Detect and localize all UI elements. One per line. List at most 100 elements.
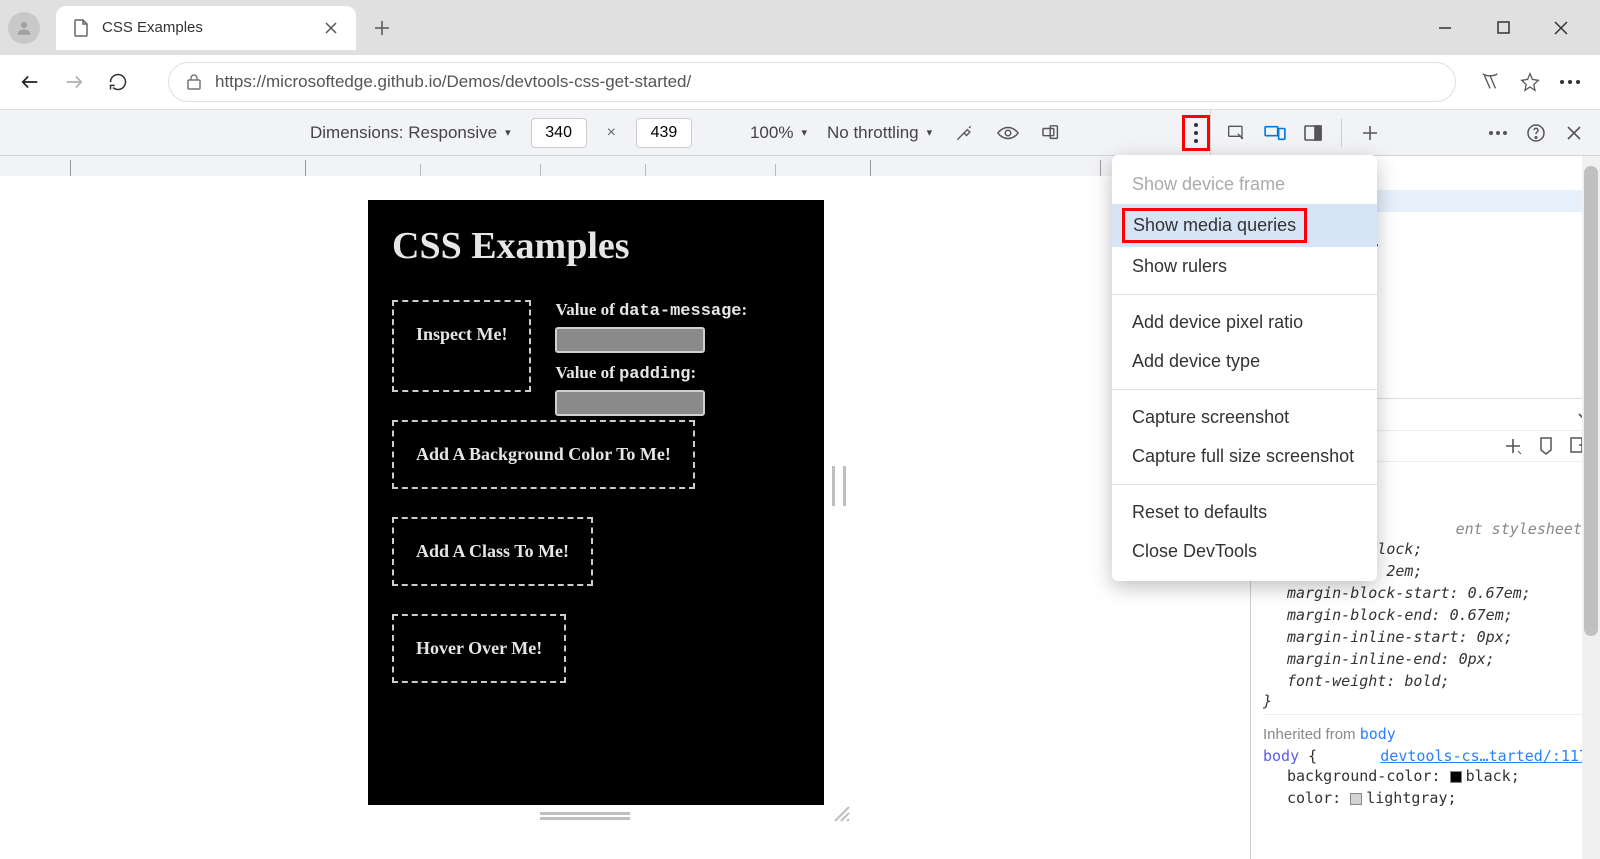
color-chip-black[interactable] — [1450, 771, 1462, 783]
close-icon — [325, 22, 337, 34]
profile-avatar[interactable] — [8, 12, 40, 44]
menu-show-media-queries[interactable]: Show media queries — [1122, 208, 1307, 243]
device-toggle-button[interactable] — [1261, 119, 1289, 147]
bg-color-box[interactable]: Add A Background Color To Me! — [392, 420, 695, 489]
refresh-button[interactable] — [100, 64, 136, 100]
settings-menu-button[interactable] — [1552, 64, 1588, 100]
menu-separator — [1112, 484, 1377, 485]
zoom-dropdown[interactable]: 100% — [750, 123, 807, 143]
device-toolbar-menu: Show device frame Show media queries Sho… — [1112, 155, 1377, 581]
devtools-scrollbar[interactable] — [1582, 156, 1600, 859]
new-style-rule-button[interactable] — [1504, 437, 1522, 455]
css-color[interactable]: color: lightgray; — [1263, 787, 1588, 809]
menu-capture-screenshot[interactable]: Capture screenshot — [1112, 398, 1377, 437]
menu-show-device-frame[interactable]: Show device frame — [1112, 165, 1377, 204]
add-tab-button[interactable] — [1356, 119, 1384, 147]
dock-icon — [1304, 125, 1322, 141]
page-icon — [72, 19, 90, 37]
color-chip-lightgray[interactable] — [1350, 793, 1362, 805]
source-link[interactable]: devtools-cs…tarted/:117 — [1380, 747, 1588, 765]
close-icon — [1567, 126, 1581, 140]
body-rule-header[interactable]: body { devtools-cs…tarted/:117 — [1263, 747, 1588, 765]
nav-bar: https://microsoftedge.github.io/Demos/de… — [0, 55, 1600, 110]
read-aloud-button[interactable] — [1472, 64, 1508, 100]
value-data-message-label: Value of data-message: — [555, 300, 747, 321]
window-controls — [1434, 17, 1592, 39]
resize-handle-right[interactable] — [832, 466, 846, 506]
css-margin-inline-start[interactable]: margin-inline-start: 0px; — [1263, 626, 1588, 648]
more-vertical-icon — [1193, 122, 1199, 144]
new-tab-button[interactable] — [368, 14, 396, 42]
help-icon — [1526, 123, 1546, 143]
throttle-dropdown[interactable]: No throttling — [827, 123, 932, 143]
tab-title: CSS Examples — [102, 19, 203, 36]
menu-close-devtools[interactable]: Close DevTools — [1112, 532, 1377, 571]
person-icon — [15, 19, 33, 37]
menu-show-rulers[interactable]: Show rulers — [1112, 247, 1377, 286]
tag-icon — [1538, 437, 1554, 455]
menu-separator — [1112, 294, 1377, 295]
rotate-icon — [1041, 124, 1063, 142]
page-frame: CSS Examples Inspect Me! Value of data-m… — [368, 200, 824, 805]
menu-add-pixel-ratio[interactable]: Add device pixel ratio — [1112, 303, 1377, 342]
resize-handle-corner[interactable] — [832, 804, 850, 822]
css-font-weight[interactable]: font-weight: bold; — [1263, 670, 1588, 692]
inherited-from-row: Inherited from body — [1263, 714, 1588, 747]
minimize-button[interactable] — [1434, 17, 1456, 39]
close-tab-button[interactable] — [322, 19, 340, 37]
value-padding-label: Value of padding: — [555, 363, 747, 384]
read-aloud-icon — [1479, 72, 1501, 92]
inspect-me-box[interactable]: Inspect Me! — [392, 300, 531, 392]
close-window-button[interactable] — [1550, 17, 1572, 39]
inherited-from-body-link[interactable]: body — [1360, 725, 1396, 743]
device-toolbar-more-button[interactable] — [1182, 115, 1210, 151]
inspect-icon — [1227, 123, 1247, 143]
eye-icon — [997, 125, 1019, 141]
add-class-box[interactable]: Add A Class To Me! — [392, 517, 593, 586]
refresh-icon — [108, 72, 128, 92]
resize-handle-bottom[interactable] — [540, 812, 630, 820]
menu-capture-full-screenshot[interactable]: Capture full size screenshot — [1112, 437, 1377, 476]
close-devtools-button[interactable] — [1560, 119, 1588, 147]
css-margin-inline-end[interactable]: margin-inline-end: 0px; — [1263, 648, 1588, 670]
help-button[interactable] — [1522, 119, 1550, 147]
value-column: Value of data-message: Value of padding: — [555, 300, 747, 420]
devtools-toolbar — [1210, 110, 1600, 156]
dock-side-button[interactable] — [1299, 119, 1327, 147]
plus-icon — [374, 20, 390, 36]
rotate-button[interactable] — [1040, 121, 1064, 145]
devtools-settings-button[interactable] — [1484, 119, 1512, 147]
browser-tab[interactable]: CSS Examples — [56, 6, 356, 50]
inspect-element-button[interactable] — [1223, 119, 1251, 147]
width-input[interactable] — [531, 118, 587, 148]
menu-add-device-type[interactable]: Add device type — [1112, 342, 1377, 381]
height-input[interactable] — [636, 118, 692, 148]
vision-button[interactable] — [996, 121, 1020, 145]
css-background-color[interactable]: background-color: black; — [1263, 765, 1588, 787]
plus-icon — [1362, 125, 1378, 141]
forward-button[interactable] — [56, 64, 92, 100]
star-icon — [1520, 72, 1540, 92]
toggle-class-button[interactable] — [1538, 437, 1554, 455]
eyedropper-icon — [954, 123, 974, 143]
css-brace-close: } — [1263, 692, 1588, 710]
css-margin-block-start[interactable]: margin-block-start: 0.67em; — [1263, 582, 1588, 604]
hover-over-me-box[interactable]: Hover Over Me! — [392, 614, 566, 683]
favorite-button[interactable] — [1512, 64, 1548, 100]
value-padding-input[interactable] — [555, 390, 705, 416]
dimension-x: × — [607, 124, 616, 142]
maximize-button[interactable] — [1492, 17, 1514, 39]
dimensions-dropdown[interactable]: Dimensions: Responsive — [310, 123, 511, 143]
page-heading: CSS Examples — [392, 224, 800, 268]
arrow-left-icon — [19, 71, 41, 93]
url-text: https://microsoftedge.github.io/Demos/de… — [215, 72, 691, 92]
address-bar[interactable]: https://microsoftedge.github.io/Demos/de… — [168, 62, 1456, 102]
back-button[interactable] — [12, 64, 48, 100]
menu-separator — [1112, 389, 1377, 390]
value-data-message-input[interactable] — [555, 327, 705, 353]
css-margin-block-end[interactable]: margin-block-end: 0.67em; — [1263, 604, 1588, 626]
plus-icon — [1504, 437, 1522, 455]
menu-reset-defaults[interactable]: Reset to defaults — [1112, 493, 1377, 532]
lock-icon — [185, 73, 203, 91]
eyedropper-button[interactable] — [952, 121, 976, 145]
